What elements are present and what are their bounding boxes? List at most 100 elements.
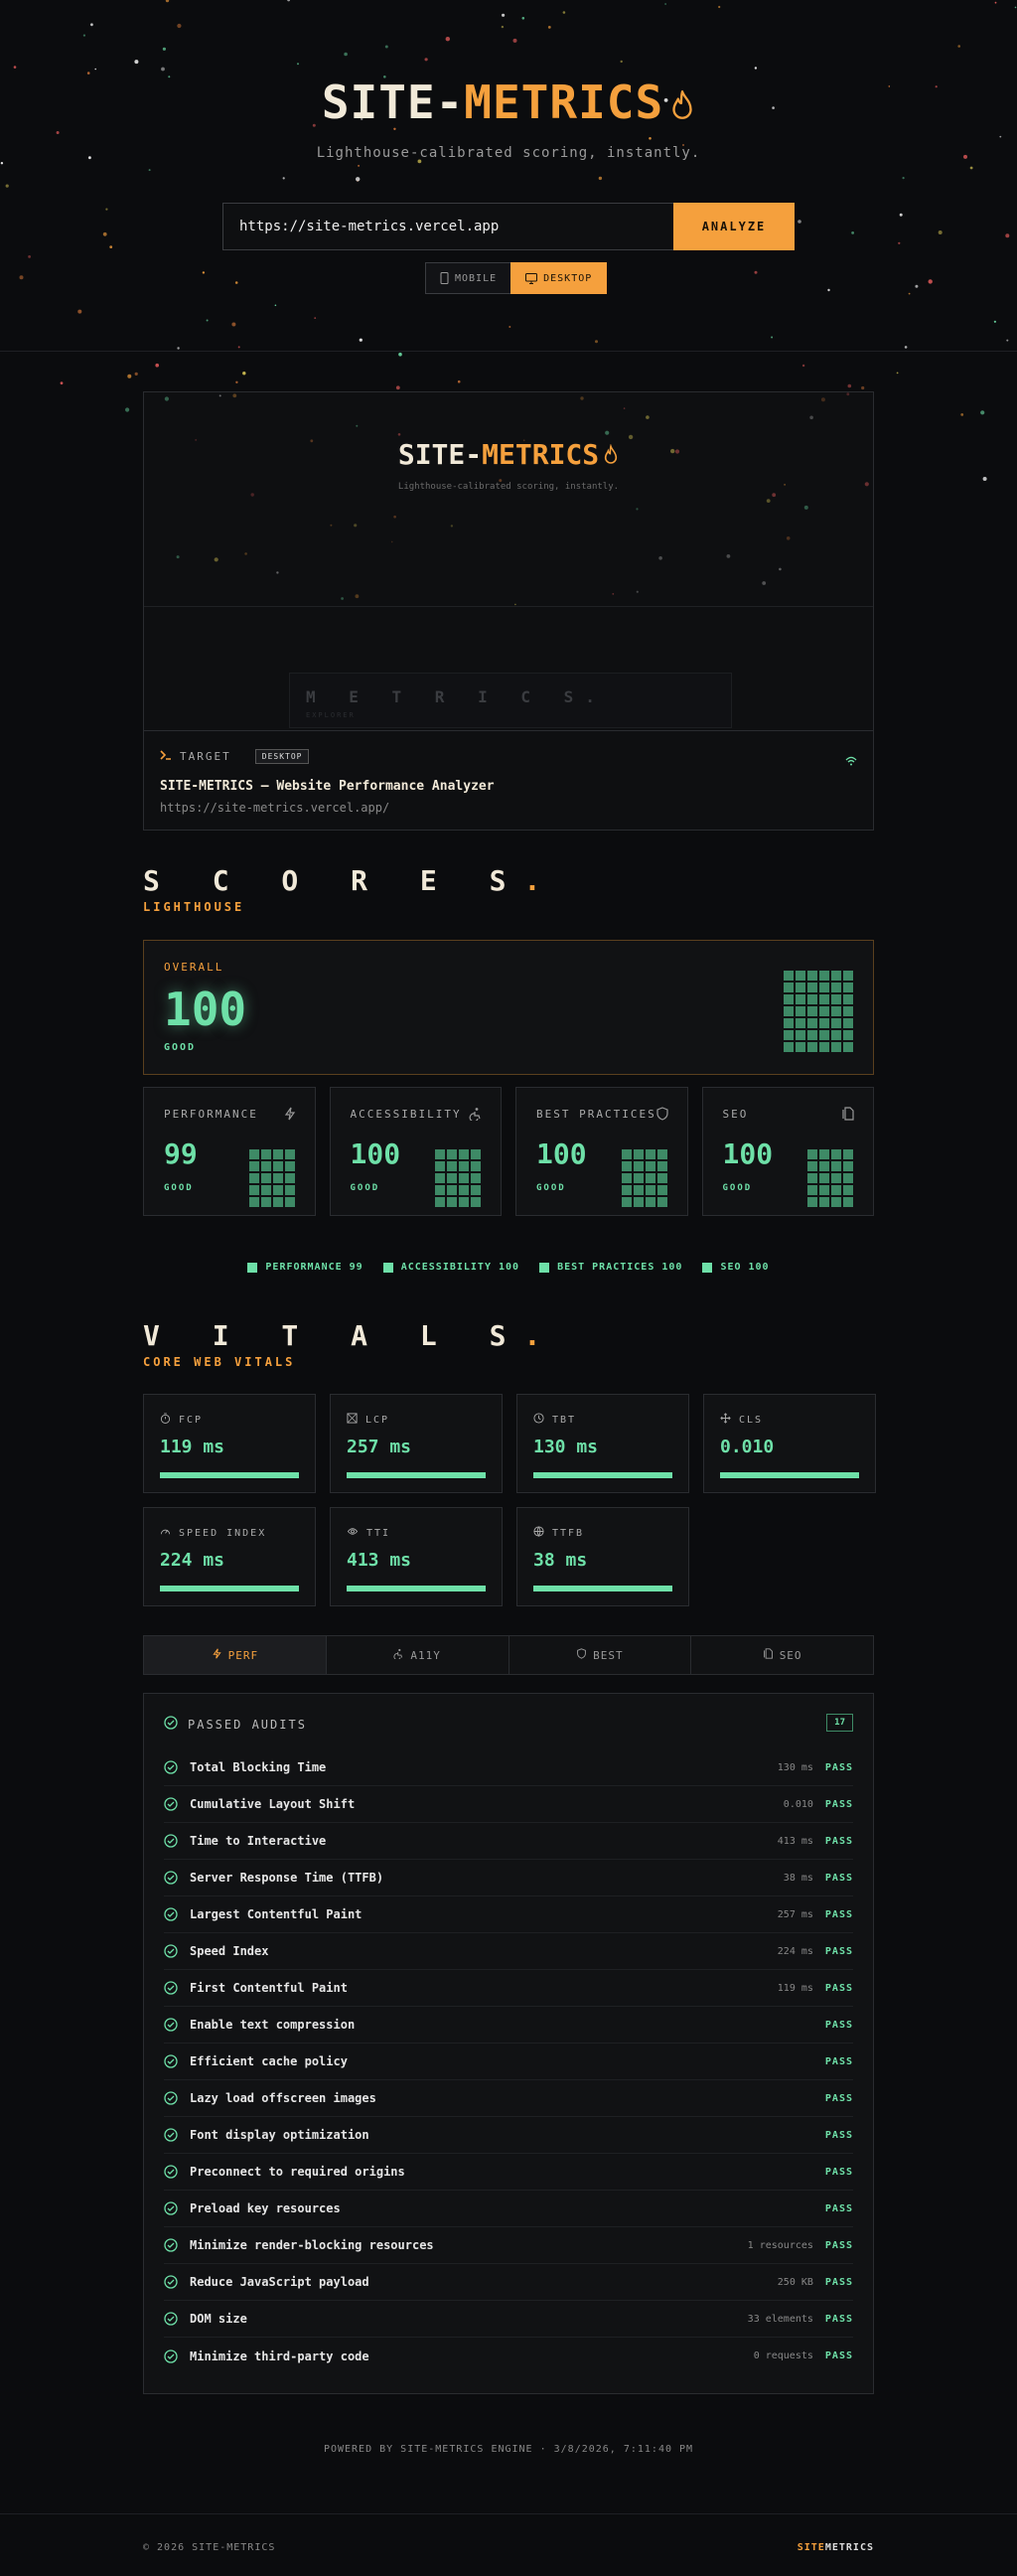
audit-row[interactable]: Enable text compression PASS [164,2007,853,2044]
grid-cell [831,1173,841,1183]
bolt-icon [212,1648,222,1662]
grid-cell [784,1030,794,1040]
audit-name: Preconnect to required origins [190,2165,405,2179]
audit-name: Preload key resources [190,2201,341,2215]
grid-cell [459,1197,469,1207]
brand-logo[interactable]: SITE-METRICS [0,76,1017,133]
preview-logo-part2: METRICS [482,438,600,471]
audit-pass-badge: PASS [824,1835,853,1847]
audit-row[interactable]: Speed Index 224 ms PASS [164,1933,853,1970]
tab-a11y[interactable]: A11Y [326,1636,509,1674]
grid-cell [784,971,794,981]
bolt-icon [283,1106,297,1125]
score-card-best-practices[interactable]: BEST PRACTICES 100 GOOD [515,1087,688,1216]
analyze-button[interactable]: ANALYZE [673,203,795,250]
tab-perf[interactable]: PERF [144,1636,327,1674]
footer: © 2026 SITE-METRICS SITEMETRICS [0,2513,1017,2576]
vital-label-text: TTI [366,1527,391,1539]
grid-cell [796,1006,805,1016]
grid-cell [831,1042,841,1052]
grid-cell [843,1197,853,1207]
audit-name: Speed Index [190,1944,269,1958]
audit-row[interactable]: Time to Interactive 413 ms PASS [164,1823,853,1860]
grid-cell [819,1018,829,1028]
vital-bar-fill [720,1472,859,1478]
grid-cell [447,1185,457,1195]
vital-value: 0.010 [720,1437,775,1457]
score-card-accessibility[interactable]: ACCESSIBILITY 100 GOOD [329,1087,502,1216]
footer-brand[interactable]: SITEMETRICS [798,2542,874,2553]
audit-row[interactable]: First Contentful Paint 119 ms PASS [164,1970,853,2007]
check-circle-icon [164,2201,178,2215]
audit-row[interactable]: Lazy load offscreen images PASS [164,2080,853,2117]
audit-row[interactable]: Preconnect to required origins PASS [164,2154,853,2191]
grid-cell [819,1042,829,1052]
desktop-toggle-button[interactable]: DESKTOP [510,262,608,294]
grid-cell [843,983,853,992]
grid-cell [831,1185,841,1195]
audit-value: 1 resources [747,2239,813,2251]
grid-cell [831,983,841,992]
url-input[interactable] [222,203,673,250]
audit-row[interactable]: Font display optimization PASS [164,2117,853,2154]
audit-row[interactable]: Cumulative Layout Shift 0.010 PASS [164,1786,853,1823]
vital-bar-fill [160,1472,299,1478]
check-circle-icon [164,1871,178,1885]
audit-row[interactable]: Server Response Time (TTFB) 38 ms PASS [164,1860,853,1896]
audit-row[interactable]: DOM size 33 elements PASS [164,2301,853,2338]
preview-metrics-card: M E T R I C S. EXPLORER [289,673,732,728]
grid-cell [843,1185,853,1195]
grid-cell [656,1173,667,1183]
audit-pass-badge: PASS [824,2129,853,2141]
check-circle-icon [164,2054,178,2068]
tab-best[interactable]: BEST [508,1636,692,1674]
tab-seo[interactable]: SEO [691,1636,873,1674]
copyright: © 2026 SITE-METRICS [143,2542,276,2553]
audit-row[interactable]: Total Blocking Time 130 ms PASS [164,1749,853,1786]
audit-row[interactable]: Preload key resources PASS [164,2191,853,2227]
audit-pass-badge: PASS [824,1872,853,1884]
audit-row[interactable]: Minimize render-blocking resources 1 reso… [164,2227,853,2264]
legend-swatch [247,1262,258,1273]
audit-row[interactable]: Minimize third-party code 0 requests PASS [164,2338,853,2374]
vital-bar [720,1472,859,1478]
vital-bar-fill [533,1472,672,1478]
grid-cell [459,1161,469,1171]
audit-pass-badge: PASS [824,1945,853,1957]
grid-cell [807,983,817,992]
vital-bar-fill [347,1586,486,1591]
audit-row[interactable]: Efficient cache policy PASS [164,2044,853,2080]
vital-label: CLS [720,1413,763,1427]
vital-label: TTI [347,1526,390,1540]
grid-cell [819,1173,829,1183]
category-score-cards: PERFORMANCE 99 GOOD ACCESSIBILITY 100 GO… [143,1087,874,1216]
site-url[interactable]: https://site-metrics.vercel.app/ [160,801,389,815]
grid-cell [284,1173,295,1183]
preview-tagline: Lighthouse-calibrated scoring, instantly… [397,482,620,492]
audit-name: Efficient cache policy [190,2054,348,2068]
grid-cell [784,994,794,1004]
audit-row[interactable]: Reduce JavaScript payload 250 KB PASS [164,2264,853,2301]
mobile-toggle-button[interactable]: MOBILE [425,262,511,294]
site-title: SITE-METRICS — Website Performance Analy… [160,779,495,794]
grid-cell [272,1161,283,1171]
preview-logo-part1: SITE- [397,438,483,471]
flame-icon [669,79,695,133]
grid-cell [272,1173,283,1183]
grid-cell [459,1149,469,1159]
check-circle-icon [164,1760,178,1774]
score-card-performance[interactable]: PERFORMANCE 99 GOOD [143,1087,316,1216]
grid-cell [807,1197,817,1207]
grid-cell [260,1161,271,1171]
vital-bar [160,1472,299,1478]
audit-row[interactable]: Largest Contentful Paint 257 ms PASS [164,1896,853,1933]
scores-subtitle: LIGHTHOUSE [143,900,245,914]
score-card-seo[interactable]: SEO 100 GOOD [701,1087,874,1216]
shield-icon [576,1648,587,1662]
legend-label: ACCESSIBILITY 100 [400,1262,520,1273]
grid-cell [435,1185,445,1195]
device-badge: DESKTOP [254,749,310,764]
audit-name: Largest Contentful Paint [190,1907,363,1921]
passed-audits-panel: PASSED AUDITS 17 Total Blocking Time 130 … [143,1693,874,2394]
grid-cell [633,1197,644,1207]
